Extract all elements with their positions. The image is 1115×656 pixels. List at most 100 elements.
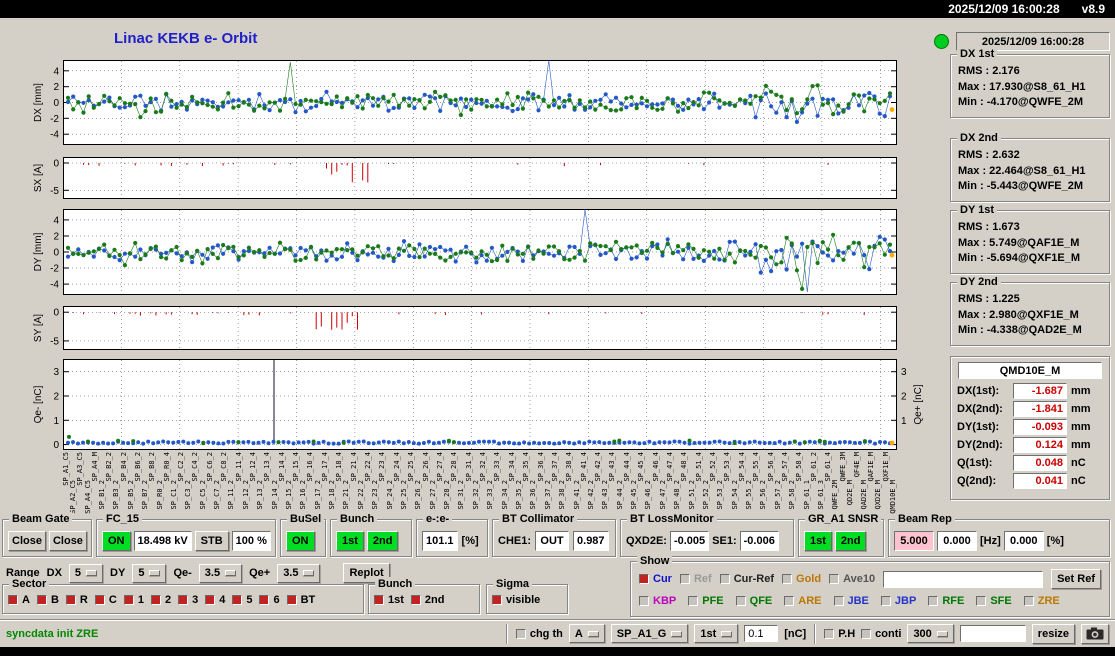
show-checkbox-are[interactable]: ARE bbox=[784, 595, 822, 607]
show-checkbox-jbp[interactable]: JBP bbox=[880, 595, 916, 607]
beam-gate-close-button-2[interactable]: Close bbox=[48, 531, 87, 551]
svg-text:DX [mm]: DX [mm] bbox=[33, 83, 44, 122]
set-ref-button[interactable]: Set Ref bbox=[1051, 569, 1101, 589]
stat-line-rms: RMS : 1.673 bbox=[958, 221, 1020, 233]
bunch-select-dropdown[interactable]: 1st bbox=[694, 624, 739, 643]
monitor-row-unit: mm bbox=[1071, 439, 1091, 451]
sector-checkbox-c[interactable]: C bbox=[94, 594, 117, 606]
show-checkbox-zre[interactable]: ZRE bbox=[1023, 595, 1060, 607]
x-tick-label: SP_33_4 bbox=[493, 452, 502, 482]
sector-checkbox-r[interactable]: R bbox=[65, 594, 88, 606]
x-tick-label: SP_13_4 bbox=[263, 452, 272, 482]
svg-text:Qe+ [nC]: Qe+ [nC] bbox=[913, 384, 924, 425]
stats-dy-1st-label: DY 1st bbox=[957, 203, 998, 217]
threshold-unit: [nC] bbox=[784, 627, 807, 640]
x-tick-label: SP_34_4 bbox=[507, 452, 516, 482]
checkbox-label: BT bbox=[300, 594, 316, 606]
checkbox-label: R bbox=[79, 594, 88, 606]
stat-line-rms: RMS : 1.225 bbox=[958, 293, 1020, 305]
show-checkbox-cur-ref[interactable]: Cur-Ref bbox=[719, 573, 774, 585]
show-checkbox-sfe[interactable]: SFE bbox=[976, 595, 1012, 607]
interval-dropdown[interactable]: 300 bbox=[907, 624, 954, 643]
show-checkbox-gold[interactable]: Gold bbox=[782, 573, 821, 585]
bunch-checkbox-2nd[interactable]: 2nd bbox=[410, 594, 444, 606]
x-tick-label: SP_A4_M bbox=[90, 452, 99, 482]
x-tick-label: SP_B5_2 bbox=[126, 480, 135, 510]
monitor-row-unit: mm bbox=[1071, 385, 1091, 397]
stat-line-min: Min : -5.443@QWFE_2M bbox=[958, 180, 1084, 192]
show-checkbox-kbp[interactable]: KBP bbox=[639, 595, 676, 607]
extra-input[interactable] bbox=[959, 625, 1026, 642]
busel-on-button[interactable]: ON bbox=[286, 531, 315, 551]
sector-checkbox-5[interactable]: 5 bbox=[232, 594, 252, 606]
bunch-label: Bunch bbox=[337, 512, 378, 526]
x-tick-label: SP_61_1 bbox=[802, 480, 811, 510]
x-tick-label: QWFE_2M bbox=[831, 480, 840, 510]
x-tick-label: SP_C1_2 bbox=[169, 480, 178, 510]
resize-button[interactable]: resize bbox=[1031, 623, 1075, 644]
svg-text:-2: -2 bbox=[50, 264, 59, 275]
sector-checkbox-bt[interactable]: BT bbox=[286, 594, 316, 606]
x-tick-label: SP_37_4 bbox=[550, 452, 559, 482]
show-checkbox-qfe[interactable]: QFE bbox=[735, 595, 772, 607]
beam-gate-close-button-1[interactable]: Close bbox=[8, 531, 46, 551]
sector-checkbox-4[interactable]: 4 bbox=[205, 594, 225, 606]
threshold-input[interactable] bbox=[744, 625, 779, 642]
bunch-1st-button[interactable]: 1st bbox=[336, 531, 364, 551]
bunch-2nd-button[interactable]: 2nd bbox=[366, 531, 399, 551]
monitor-select-value: SP_A1_G bbox=[616, 627, 667, 640]
sector-checkbox-a[interactable]: A bbox=[8, 594, 30, 606]
show-group: Show Cur Ref Cur-Ref Gold Ave10 Set Ref KBP P… bbox=[630, 554, 1110, 617]
ph-checkbox[interactable]: P.H bbox=[824, 628, 855, 640]
monitor-row-unit: nC bbox=[1071, 475, 1086, 487]
fc15-on-button[interactable]: ON bbox=[102, 531, 131, 551]
x-tick-label: SP_51_4 bbox=[694, 452, 703, 482]
show-checkbox-ref[interactable]: Ref bbox=[679, 573, 712, 585]
x-tick-label: SP_R0_2 bbox=[155, 480, 164, 510]
beam-status-lamp bbox=[934, 34, 949, 49]
dropdown-grip-icon bbox=[587, 630, 599, 637]
checkbox-box-icon bbox=[515, 628, 526, 639]
fc15-stb-button[interactable]: STB bbox=[194, 531, 229, 551]
sector-checkbox-1[interactable]: 1 bbox=[123, 594, 144, 606]
monitor-select-dropdown[interactable]: SP_A1_G bbox=[610, 624, 689, 643]
x-tick-label: SP_C5_2 bbox=[198, 480, 207, 510]
range-qep-dropdown[interactable]: 3.5 bbox=[277, 563, 321, 583]
checkbox-box-icon bbox=[639, 596, 649, 606]
x-tick-label: SP_55_4 bbox=[752, 452, 761, 482]
monitor-row-label: Q(1st): bbox=[957, 457, 993, 469]
sector-checkbox-6[interactable]: 6 bbox=[259, 594, 280, 606]
reference-input[interactable] bbox=[883, 570, 1044, 588]
sector-checkbox-2[interactable]: 2 bbox=[150, 594, 171, 606]
conti-checkbox[interactable]: conti bbox=[861, 628, 901, 640]
range-qem-dropdown[interactable]: 3.5 bbox=[198, 563, 243, 583]
titlebar-clock: 2025/12/09 16:00:28 bbox=[948, 2, 1060, 16]
ee-ratio-label: e-:e- bbox=[423, 512, 453, 526]
range-dy-dropdown[interactable]: 5 bbox=[132, 563, 167, 583]
gr-a1-2nd-button[interactable]: 2nd bbox=[834, 531, 867, 551]
sector-checkbox-3[interactable]: 3 bbox=[178, 594, 198, 606]
show-checkbox-ave10[interactable]: Ave10 bbox=[829, 573, 875, 585]
show-checkbox-pfe[interactable]: PFE bbox=[688, 595, 724, 607]
mode-a-dropdown[interactable]: A bbox=[568, 624, 605, 643]
x-tick-label: SP_18_2 bbox=[328, 480, 336, 510]
x-tick-label: SP_R0_4 bbox=[162, 452, 171, 482]
x-tick-label: SP_48_4 bbox=[680, 452, 689, 482]
checkbox-box-icon bbox=[639, 574, 649, 584]
dropdown-grip-icon bbox=[721, 630, 733, 637]
beam-gate-label: Beam Gate bbox=[9, 512, 73, 526]
stat-line-min: Min : -5.694@QXF1E_M bbox=[958, 252, 1080, 264]
show-checkbox-cur[interactable]: Cur bbox=[639, 573, 672, 585]
checkbox-label: C bbox=[108, 594, 117, 606]
gr-a1-1st-button[interactable]: 1st bbox=[804, 531, 832, 551]
monitor-row-label: DX(2nd): bbox=[957, 403, 1003, 415]
show-checkbox-jbe[interactable]: JBE bbox=[833, 595, 869, 607]
range-dx-dropdown[interactable]: 5 bbox=[68, 563, 104, 583]
chg-th-checkbox[interactable]: chg th bbox=[515, 628, 563, 640]
monitor-row-value: -1.841 bbox=[1013, 401, 1067, 417]
show-checkbox-rfe[interactable]: RFE bbox=[928, 595, 964, 607]
snapshot-button[interactable] bbox=[1081, 623, 1109, 644]
bunch-checkbox-1st[interactable]: 1st bbox=[374, 594, 404, 606]
sector-checkbox-b[interactable]: B bbox=[36, 594, 59, 606]
sigma-checkbox-visible[interactable]: visible bbox=[492, 594, 540, 606]
